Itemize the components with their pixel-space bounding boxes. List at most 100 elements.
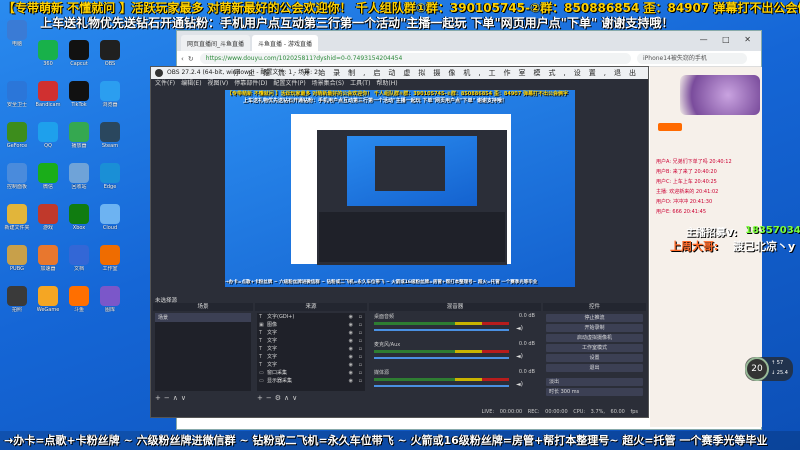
source-item[interactable]: ▣ 图像 ◉ ▫ xyxy=(257,321,365,329)
exit-button[interactable]: 退出 xyxy=(546,364,643,372)
lock-icon[interactable]: ▫ xyxy=(359,353,362,361)
desktop-shortcut[interactable]: Xbox xyxy=(64,204,94,231)
menu-docks[interactable]: 停靠部件(D) xyxy=(234,80,267,87)
visibility-icon[interactable]: ◉ xyxy=(349,345,353,353)
source-item[interactable]: T 文字 ◉ ▫ xyxy=(257,361,365,369)
desktop-shortcut[interactable]: OBS xyxy=(95,40,125,67)
obs-preview-canvas[interactable]: 【专带萌新 不懂就问 】活跃玩家最多 对萌新最好的公会欢迎你！ 千人组队群①群：… xyxy=(225,90,575,287)
stop-streaming-button[interactable]: 停止推流 xyxy=(546,314,643,322)
obs-menubar: 文件(F) 编辑(E) 视图(V) 停靠部件(D) 配置文件(P) 场景集合(S… xyxy=(151,79,648,89)
desktop-shortcut-label: 微信 xyxy=(42,184,53,190)
menu-view[interactable]: 视图(V) xyxy=(207,80,228,87)
desktop-wallpaper: 网页直播间_斗鱼直播 斗鱼直播 - 游戏直播 — □ ✕ ‹ ↻ https:/… xyxy=(0,0,800,450)
obs-window-controls[interactable]: 停止推流,开始录制,启动虚拟摄像机,工作室模式,设置,退出 xyxy=(233,67,644,79)
desktop-shortcut[interactable]: Capcut xyxy=(64,40,94,67)
desktop-shortcut[interactable]: GeForce xyxy=(2,122,32,149)
desktop-shortcut[interactable]: 加速器 xyxy=(33,245,63,272)
lock-icon[interactable]: ▫ xyxy=(359,377,362,385)
virtual-camera-button[interactable]: 启动虚拟摄像机 xyxy=(546,334,643,342)
scenes-dock-toolbar[interactable]: +−∧∨ xyxy=(155,394,189,402)
transition-select[interactable]: 淡出 xyxy=(546,378,643,386)
visibility-icon[interactable]: ◉ xyxy=(349,313,353,321)
desktop-shortcut[interactable]: 文档 xyxy=(64,245,94,272)
menu-profile[interactable]: 配置文件(P) xyxy=(273,80,305,87)
sources-dock-toolbar[interactable]: +−⚙∧∨ xyxy=(257,394,300,402)
lock-icon[interactable]: ▫ xyxy=(359,369,362,377)
menu-scene-collection[interactable]: 场景集合(S) xyxy=(312,80,345,87)
desktop-shortcut[interactable]: WeGame xyxy=(33,286,63,313)
transition-duration[interactable]: 时长 300 ms xyxy=(546,388,643,396)
lock-icon[interactable]: ▫ xyxy=(359,321,362,329)
desktop-shortcut[interactable]: 播放器 xyxy=(64,122,94,149)
source-item[interactable]: T 文字 ◉ ▫ xyxy=(257,345,365,353)
menu-tools[interactable]: 工具(T) xyxy=(350,80,370,87)
desktop-shortcut[interactable]: 微信 xyxy=(33,163,63,190)
scenes-dock: 场景 场景 +−∧∨ xyxy=(153,303,253,403)
desktop-shortcut[interactable]: TikTok xyxy=(64,81,94,108)
lock-icon[interactable]: ▫ xyxy=(359,345,362,353)
source-item[interactable]: T 文字 ◉ ▫ xyxy=(257,329,365,337)
visibility-icon[interactable]: ◉ xyxy=(349,377,353,385)
desktop-shortcut[interactable]: Steam xyxy=(95,122,125,149)
desktop-shortcut[interactable]: PUBG xyxy=(2,245,32,272)
desktop-shortcut[interactable]: QQ xyxy=(33,122,63,149)
lock-icon[interactable]: ▫ xyxy=(359,337,362,345)
source-item[interactable]: ▭ 窗口采集 ◉ ▫ xyxy=(257,369,365,377)
desktop-shortcut[interactable]: 电脑 xyxy=(2,20,32,47)
visibility-icon[interactable]: ◉ xyxy=(349,353,353,361)
desktop-shortcut-label: 新建文件夹 xyxy=(4,225,30,231)
desktop-shortcut[interactable]: 安全卫士 xyxy=(2,81,32,108)
desktop-shortcut[interactable]: Bandicam xyxy=(33,81,63,108)
lock-icon[interactable]: ▫ xyxy=(359,313,362,321)
desktop-shortcut[interactable]: 新建文件夹 xyxy=(2,204,32,231)
address-bar[interactable]: https://www.douyu.com/102025811?dyshid=0… xyxy=(199,53,631,64)
desktop-shortcut[interactable]: 工作室 xyxy=(95,245,125,272)
speaker-icon[interactable]: ◄) xyxy=(516,325,523,332)
obs-titlebar[interactable]: OBS 27.2.4 (64-bit, windows) - 配置文件: 1 -… xyxy=(151,67,648,79)
browser-search-input[interactable]: iPhone14被失窃的手机 xyxy=(637,53,747,64)
volume-slider[interactable] xyxy=(374,329,509,331)
desktop-shortcut[interactable]: 图库 xyxy=(95,286,125,313)
desktop-shortcut[interactable]: 360 xyxy=(33,40,63,67)
visibility-icon[interactable]: ◉ xyxy=(349,361,353,369)
source-item[interactable]: T 文字(GDI+) ◉ ▫ xyxy=(257,313,365,321)
desktop-shortcut[interactable]: 斗鱼 xyxy=(64,286,94,313)
pc-download-button[interactable] xyxy=(658,123,682,131)
sources-list[interactable]: T 文字(GDI+) ◉ ▫ ▣ 图像 ◉ ▫ T 文字 ◉ ▫ T 文字 ◉ ▫ T 文字 ◉ ▫ T 文字 ◉… xyxy=(257,313,365,391)
studio-mode-button[interactable]: 工作室模式 xyxy=(546,344,643,352)
lock-icon[interactable]: ▫ xyxy=(359,361,362,369)
desktop-shortcut[interactable]: Cloud xyxy=(95,204,125,231)
speaker-icon[interactable]: ◄) xyxy=(516,353,523,360)
scene-item[interactable]: 场景 xyxy=(155,313,251,322)
start-recording-button[interactable]: 开始录制 xyxy=(546,324,643,332)
source-item[interactable]: ▭ 显示器采集 ◉ ▫ xyxy=(257,377,365,385)
menu-edit[interactable]: 编辑(E) xyxy=(181,80,201,87)
visibility-icon[interactable]: ◉ xyxy=(349,369,353,377)
browser-tab-1[interactable]: 网页直播间_斗鱼直播 xyxy=(181,35,251,51)
volume-slider[interactable] xyxy=(374,385,509,387)
desktop-shortcut[interactable]: 拍照 xyxy=(2,286,32,313)
source-item[interactable]: T 文字 ◉ ▫ xyxy=(257,337,365,345)
desktop-shortcut[interactable]: 游戏 xyxy=(33,204,63,231)
scenes-list[interactable]: 场景 xyxy=(155,313,251,391)
refresh-icon[interactable]: ↻ xyxy=(188,55,194,63)
speaker-icon[interactable]: ◄) xyxy=(516,381,523,388)
obs-window[interactable]: OBS 27.2.4 (64-bit, windows) - 配置文件: 1 -… xyxy=(150,66,649,418)
visibility-icon[interactable]: ◉ xyxy=(349,337,353,345)
back-icon[interactable]: ‹ xyxy=(181,55,184,63)
desktop-shortcut[interactable]: 控制面板 xyxy=(2,163,32,190)
browser-window-controls[interactable]: — □ ✕ xyxy=(700,35,757,44)
visibility-icon[interactable]: ◉ xyxy=(349,329,353,337)
source-item[interactable]: T 文字 ◉ ▫ xyxy=(257,353,365,361)
menu-file[interactable]: 文件(F) xyxy=(155,80,175,87)
desktop-shortcut[interactable]: 浏览器 xyxy=(95,81,125,108)
browser-tab-2[interactable]: 斗鱼直播 - 游戏直播 xyxy=(252,35,318,51)
source-type-icon: ▭ xyxy=(259,378,264,384)
menu-help[interactable]: 帮助(H) xyxy=(376,80,397,87)
volume-slider[interactable] xyxy=(374,357,509,359)
lock-icon[interactable]: ▫ xyxy=(359,329,362,337)
desktop-shortcut[interactable]: Edge xyxy=(95,163,125,190)
settings-button[interactable]: 设置 xyxy=(546,354,643,362)
visibility-icon[interactable]: ◉ xyxy=(349,321,353,329)
desktop-shortcut[interactable]: 回收站 xyxy=(64,163,94,190)
